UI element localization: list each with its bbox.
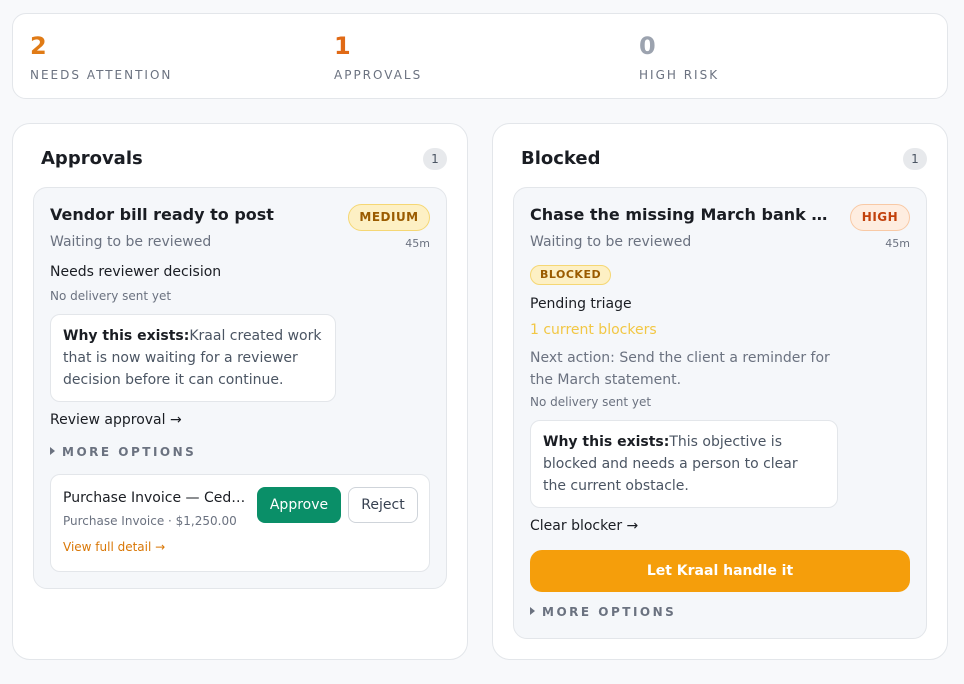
approval-item: Purchase Invoice — Cedar Supplies Purcha… (50, 474, 430, 572)
decision-text: Needs reviewer decision (50, 264, 222, 280)
approvals-panel: Approvals 1 Vendor bill ready to post ME… (12, 123, 468, 660)
approval-card: Vendor bill ready to post MEDIUM Waiting… (33, 187, 447, 589)
why-label: Why this exists: (63, 328, 190, 344)
why-box: Why this exists:This objective is blocke… (530, 420, 838, 508)
more-options-label: MORE OPTIONS (542, 605, 677, 619)
stat-value: 2 (30, 32, 47, 60)
severity-badge: HIGH (850, 204, 910, 231)
caret-right-icon (50, 447, 55, 455)
panel-title: Approvals (41, 148, 143, 169)
item-meta: Purchase Invoice · $1,250.00 (63, 514, 237, 528)
blocked-tag: BLOCKED (530, 265, 612, 285)
triage-status: Pending triage (530, 296, 632, 312)
item-title: Purchase Invoice — Cedar Supplies (63, 490, 247, 506)
stat-needs-attention: 2 NEEDS ATTENTION (30, 32, 172, 82)
stat-approvals: 1 APPROVALS (334, 32, 422, 82)
clear-blocker-link[interactable]: Clear blocker → (530, 518, 638, 534)
stat-label: HIGH RISK (639, 68, 720, 82)
card-status: Waiting to be reviewed (50, 234, 212, 250)
view-detail-link[interactable]: View full detail → (63, 540, 165, 554)
more-options-label: MORE OPTIONS (62, 445, 197, 459)
stat-high-risk: 0 HIGH RISK (639, 32, 719, 82)
card-age: 45m (405, 237, 430, 250)
blocked-panel: Blocked 1 Chase the missing March bank s… (492, 123, 948, 660)
more-options-toggle[interactable]: MORE OPTIONS (530, 605, 676, 619)
stat-value: 1 (334, 32, 351, 60)
severity-badge: MEDIUM (348, 204, 430, 231)
more-options-toggle[interactable]: MORE OPTIONS (50, 445, 196, 459)
blockers-count: 1 current blockers (530, 322, 657, 338)
panel-title: Blocked (521, 148, 601, 169)
why-box: Why this exists:Kraal created work that … (50, 314, 336, 402)
stat-label: NEEDS ATTENTION (30, 68, 173, 82)
reject-button[interactable]: Reject (348, 487, 418, 523)
card-age: 45m (885, 237, 910, 250)
card-title: Vendor bill ready to post (50, 205, 274, 224)
review-approval-link[interactable]: Review approval → (50, 412, 182, 428)
summary-stats: 2 NEEDS ATTENTION 1 APPROVALS 0 HIGH RIS… (12, 13, 948, 99)
caret-right-icon (530, 607, 535, 615)
panel-count-badge: 1 (903, 148, 927, 170)
let-kraal-handle-button[interactable]: Let Kraal handle it (530, 550, 910, 592)
why-label: Why this exists: (543, 434, 670, 450)
delivery-status: No delivery sent yet (50, 289, 172, 303)
card-title: Chase the missing March bank statement (530, 205, 834, 224)
approve-button[interactable]: Approve (257, 487, 341, 523)
stat-value: 0 (639, 32, 656, 60)
card-status: Waiting to be reviewed (530, 234, 692, 250)
panel-count-badge: 1 (423, 148, 447, 170)
stat-label: APPROVALS (334, 68, 423, 82)
delivery-status: No delivery sent yet (530, 395, 652, 409)
next-action: Next action: Send the client a reminder … (530, 350, 830, 388)
blocked-card: Chase the missing March bank statement H… (513, 187, 927, 639)
